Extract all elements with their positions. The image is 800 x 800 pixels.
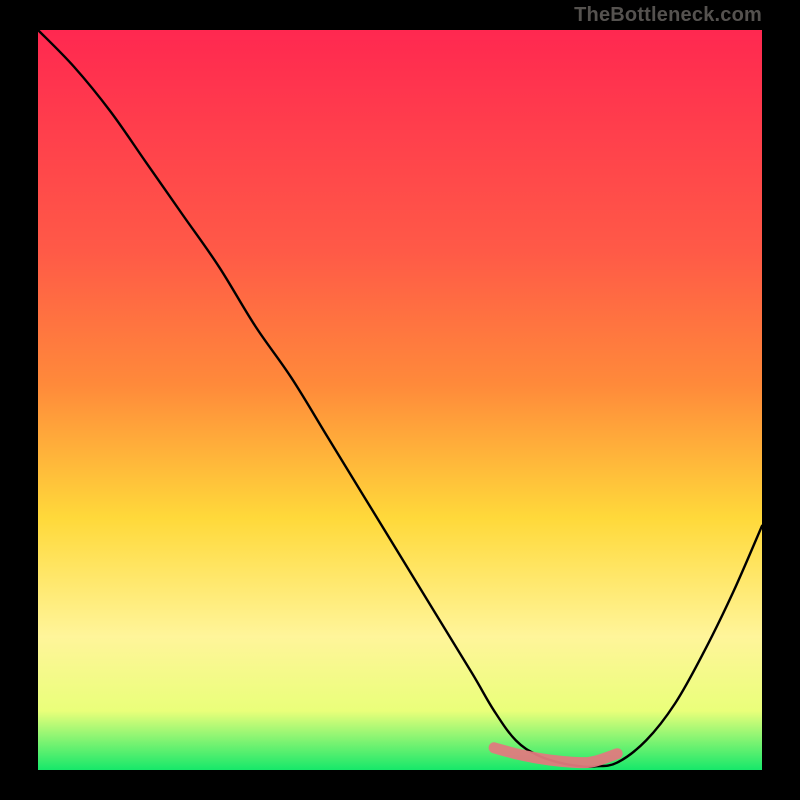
watermark-text: TheBottleneck.com <box>574 4 762 27</box>
chart-frame: TheBottleneck.com <box>0 0 800 800</box>
gradient-background <box>38 30 762 770</box>
plot-area <box>38 30 762 770</box>
chart-svg <box>38 30 762 770</box>
